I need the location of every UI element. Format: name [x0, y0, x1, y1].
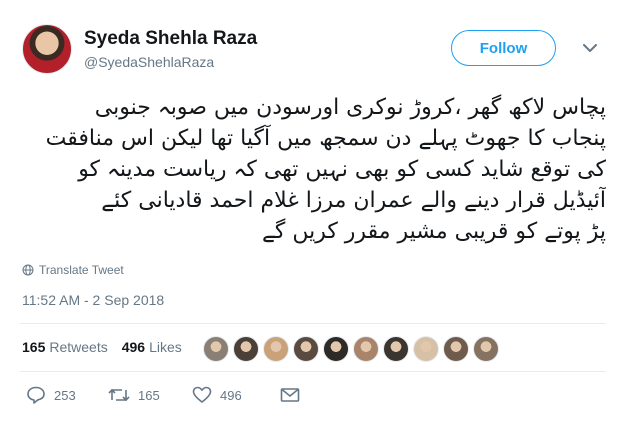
liker-avatar[interactable] — [353, 336, 379, 362]
translate-label: Translate Tweet — [39, 263, 124, 277]
liker-avatar[interactable] — [233, 336, 259, 362]
retweets-count: 165 — [22, 339, 46, 355]
retweets-stat[interactable]: 165 Retweets — [22, 339, 108, 355]
liker-avatar[interactable] — [293, 336, 319, 362]
tweet-line: آئیڈیل قرار دینے والے عمران مرزا غلام اح… — [101, 188, 606, 213]
follow-button[interactable]: Follow — [451, 30, 556, 66]
translate-tweet-link[interactable]: Translate Tweet — [22, 263, 124, 277]
author-avatar[interactable] — [22, 24, 72, 74]
reply-icon — [27, 386, 45, 404]
like-action[interactable]: 496 — [192, 386, 280, 404]
retweet-count: 165 — [138, 387, 160, 403]
author-handle[interactable]: @SyedaShehlaRaza — [84, 54, 214, 70]
liker-avatar[interactable] — [473, 336, 499, 362]
tweet-stats: 165 Retweets 496 Likes — [22, 339, 182, 355]
chevron-down-icon[interactable] — [580, 38, 600, 58]
likes-count: 496 — [121, 339, 146, 355]
likes-stat[interactable]: 496 Likes — [122, 339, 182, 355]
retweets-label: Retweets — [49, 339, 108, 355]
divider — [20, 323, 606, 324]
tweet-line: پنجاب کا جھوٹ پہلے دن سمجھ میں آگیا تھا … — [45, 126, 606, 151]
divider — [20, 371, 606, 372]
author-name[interactable]: Syeda Shehla Raza — [84, 28, 257, 50]
tweet-line: پڑ پوتے کو قریبی مشیر مقرر کریں گے — [261, 219, 606, 244]
liker-avatar[interactable] — [323, 336, 349, 362]
tweet-line: کی توقع شاید کسی کو بھی نہیں تھی کہ ریاس… — [78, 157, 606, 182]
like-count: 496 — [220, 387, 242, 403]
reply-count: 253 — [54, 387, 76, 403]
tweet-timestamp[interactable]: 11:52 AM - 2 Sep 2018 — [22, 292, 164, 308]
tweet-text: پچاس لاکھ گھر ،کروڑ نوکری اورسودن میں صو… — [20, 92, 606, 247]
liker-avatar[interactable] — [383, 336, 409, 362]
tweet-actions: 253 165 496 — [26, 386, 300, 404]
share-action[interactable] — [280, 387, 300, 403]
tweet-line: پچاس لاکھ گھر ،کروڑ نوکری اورسودن میں صو… — [94, 95, 606, 120]
liker-avatar[interactable] — [203, 336, 229, 362]
liker-avatar[interactable] — [263, 336, 289, 362]
retweet-icon — [108, 388, 130, 402]
liker-avatars — [203, 336, 499, 362]
globe-icon — [22, 264, 34, 276]
envelope-icon — [280, 388, 300, 402]
retweet-action[interactable]: 165 — [108, 387, 192, 403]
likes-label: Likes — [149, 339, 182, 355]
heart-icon — [192, 386, 212, 403]
liker-avatar[interactable] — [443, 336, 469, 362]
reply-action[interactable]: 253 — [26, 386, 108, 404]
liker-avatar[interactable] — [413, 336, 439, 362]
